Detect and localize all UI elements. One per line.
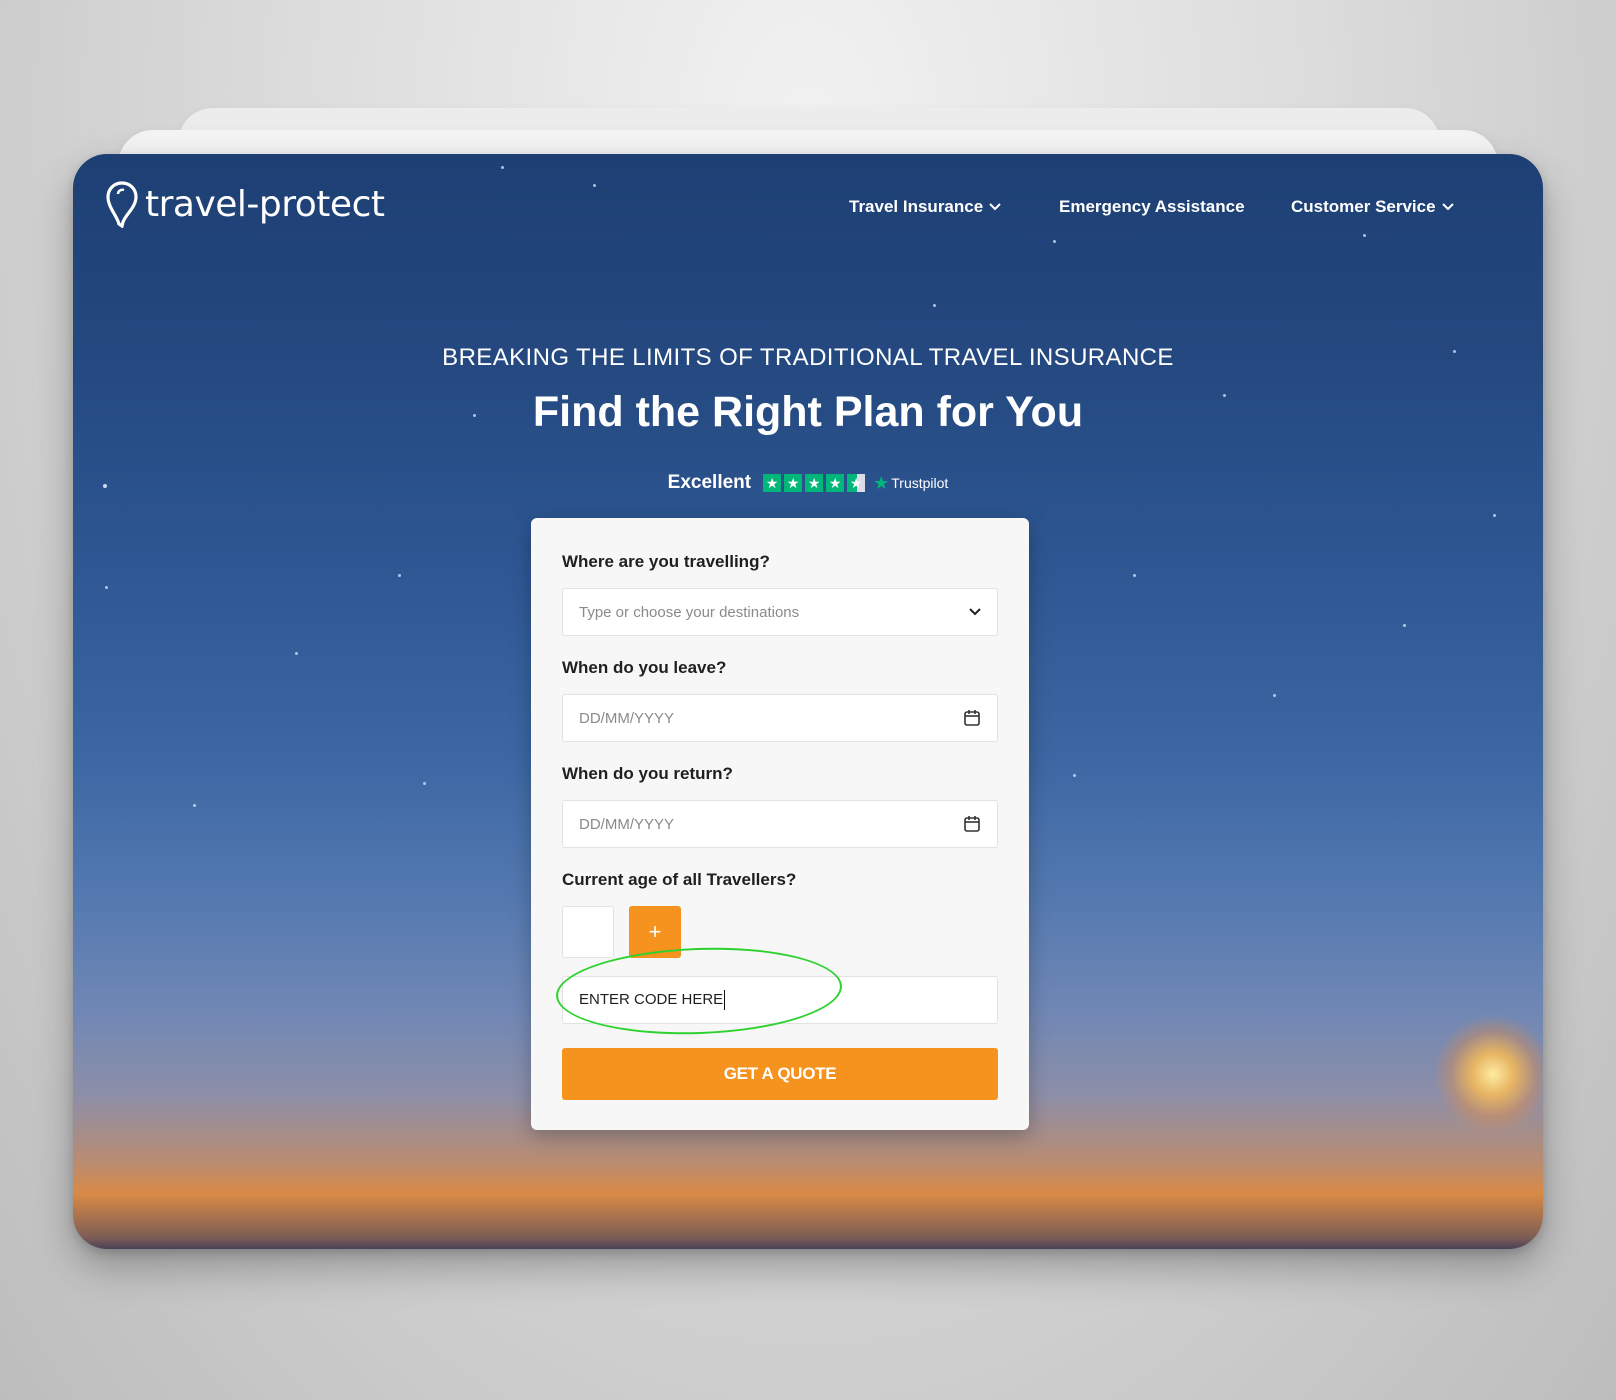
quote-form: Where are you travelling? Type or choose… <box>531 518 1029 1130</box>
nav-customer-service[interactable]: Customer Service <box>1291 197 1454 217</box>
star-icon: ★ <box>763 474 782 492</box>
trustpilot-star-icon: ★ <box>873 472 890 493</box>
return-date-input[interactable]: DD/MM/YYYY <box>562 800 998 848</box>
nav-label: Emergency Assistance <box>1059 197 1245 216</box>
star-decoration <box>1273 694 1276 697</box>
star-decoration <box>1133 574 1136 577</box>
calendar-icon[interactable] <box>963 815 981 833</box>
nav-travel-insurance[interactable]: Travel Insurance <box>849 197 1001 217</box>
star-decoration <box>423 782 426 785</box>
star-decoration <box>1053 240 1056 243</box>
star-icon: ★ <box>826 474 845 492</box>
destination-select[interactable]: Type or choose your destinations <box>562 588 998 636</box>
star-decoration <box>933 304 936 307</box>
nav-emergency-assistance[interactable]: Emergency Assistance <box>1059 197 1245 217</box>
return-date-label: When do you return? <box>562 764 733 783</box>
leave-date-placeholder: DD/MM/YYYY <box>579 709 675 727</box>
destination-label: Where are you travelling? <box>562 552 770 571</box>
chevron-down-icon <box>1441 203 1454 211</box>
calendar-icon[interactable] <box>963 709 981 727</box>
location-pin-icon <box>106 181 138 228</box>
star-decoration <box>593 184 596 187</box>
lantern-glow <box>1433 1014 1543 1134</box>
half-star-icon: ★ <box>847 474 866 492</box>
screenshot-frame: travel-protect Travel Insurance Emergenc… <box>0 0 1616 1400</box>
star-decoration <box>295 652 298 655</box>
star-decoration <box>1493 514 1496 517</box>
star-decoration <box>398 574 401 577</box>
trustpilot-widget[interactable]: Excellent ★ ★ ★ ★ ★ ★ Trustpilot <box>73 472 1543 494</box>
leave-date-input[interactable]: DD/MM/YYYY <box>562 694 998 742</box>
leave-date-label: When do you leave? <box>562 658 727 677</box>
star-decoration <box>1363 234 1366 237</box>
browser-window: travel-protect Travel Insurance Emergenc… <box>73 154 1543 1249</box>
star-decoration <box>193 804 196 807</box>
star-decoration <box>105 586 108 589</box>
trustpilot-name: Trustpilot <box>891 475 949 491</box>
site-logo[interactable]: travel-protect <box>105 180 385 228</box>
nav-label: Customer Service <box>1291 197 1436 216</box>
logo-text: travel-protect <box>145 183 385 225</box>
star-icon: ★ <box>784 474 803 492</box>
destination-placeholder: Type or choose your destinations <box>579 603 800 621</box>
traveller-age-input[interactable] <box>562 906 614 958</box>
star-decoration <box>1403 624 1406 627</box>
nav-label: Travel Insurance <box>849 197 984 216</box>
get-quote-button[interactable]: GET A QUOTE <box>562 1048 998 1100</box>
chevron-down-icon <box>989 203 1001 211</box>
chevron-down-icon <box>969 608 981 616</box>
return-date-placeholder: DD/MM/YYYY <box>579 815 675 833</box>
rating-label: Excellent <box>667 472 752 493</box>
page-title: Find the Right Plan for You <box>532 388 1084 436</box>
star-decoration <box>501 166 504 169</box>
star-icon: ★ <box>805 474 824 492</box>
hero-subtitle: BREAKING THE LIMITS OF TRADITIONAL TRAVE… <box>442 344 1174 371</box>
rating-stars: ★ ★ ★ ★ ★ <box>763 474 866 492</box>
star-decoration <box>1073 774 1076 777</box>
traveller-ages-label: Current age of all Travellers? <box>562 870 797 889</box>
